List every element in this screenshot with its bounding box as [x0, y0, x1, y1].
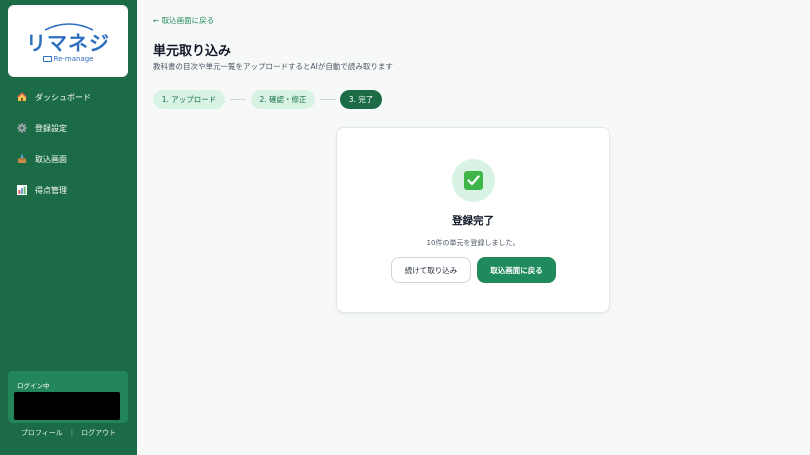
sidebar-item-label: 取込画面 [35, 154, 67, 164]
logo-subtitle-text: Re-manage [53, 55, 94, 63]
back-link[interactable]: ← 取込画面に戻る [153, 15, 214, 26]
step-connector [230, 99, 246, 100]
bar-chart-icon [16, 185, 27, 196]
completion-message: 10件の単元を登録しました。 [426, 239, 520, 247]
check-mark-icon [464, 171, 483, 190]
sidebar-item-label: 登録設定 [35, 123, 67, 133]
step-connector [320, 99, 336, 100]
step-complete: 3. 完了 [340, 90, 382, 109]
gear-icon [16, 123, 27, 134]
sidebar-nav: ダッシュボード 登録設定 取込画面 得点管理 [0, 86, 137, 210]
sidebar-footer-links: プロフィール | ログアウト [0, 428, 137, 438]
step-confirm: 2. 確認・修正 [251, 90, 315, 109]
sidebar-item-dashboard[interactable]: ダッシュボード [0, 86, 137, 108]
house-icon [16, 92, 27, 103]
completion-title: 登録完了 [452, 215, 494, 227]
login-status: ログイン中 [8, 371, 128, 423]
login-label: ログイン中 [17, 382, 50, 390]
sidebar-item-settings[interactable]: 登録設定 [0, 117, 137, 139]
app-logo[interactable]: リマネジ Re-manage [8, 5, 128, 77]
sidebar-item-import[interactable]: 取込画面 [0, 148, 137, 170]
sidebar-item-label: ダッシュボード [35, 92, 91, 102]
logout-link[interactable]: ログアウト [81, 428, 116, 438]
sidebar-item-label: 得点管理 [35, 185, 67, 195]
profile-link[interactable]: プロフィール [21, 428, 63, 438]
sidebar: リマネジ Re-manage ダッシュボード 登録設定 取込画面 得点管理 ログ… [0, 0, 137, 455]
divider: | [70, 429, 74, 437]
step-upload: 1. アップロード [153, 90, 225, 109]
success-badge [452, 159, 495, 202]
back-to-import-button[interactable]: 取込画面に戻る [477, 257, 556, 283]
completion-card: 登録完了 10件の単元を登録しました。 続けて取り込み 取込画面に戻る [336, 127, 610, 313]
login-user-redacted [14, 392, 120, 420]
inbox-tray-icon [16, 154, 27, 165]
logo-text: リマネジ [26, 31, 110, 55]
page-title: 単元取り込み [153, 44, 232, 59]
sidebar-item-scores[interactable]: 得点管理 [0, 179, 137, 201]
continue-import-button[interactable]: 続けて取り込み [391, 257, 471, 283]
page-description: 教科書の目次や単元一覧をアップロードするとAIが自動で読み取ります [153, 62, 393, 71]
logo-subtitle: Re-manage [8, 55, 128, 63]
book-icon [42, 56, 52, 62]
